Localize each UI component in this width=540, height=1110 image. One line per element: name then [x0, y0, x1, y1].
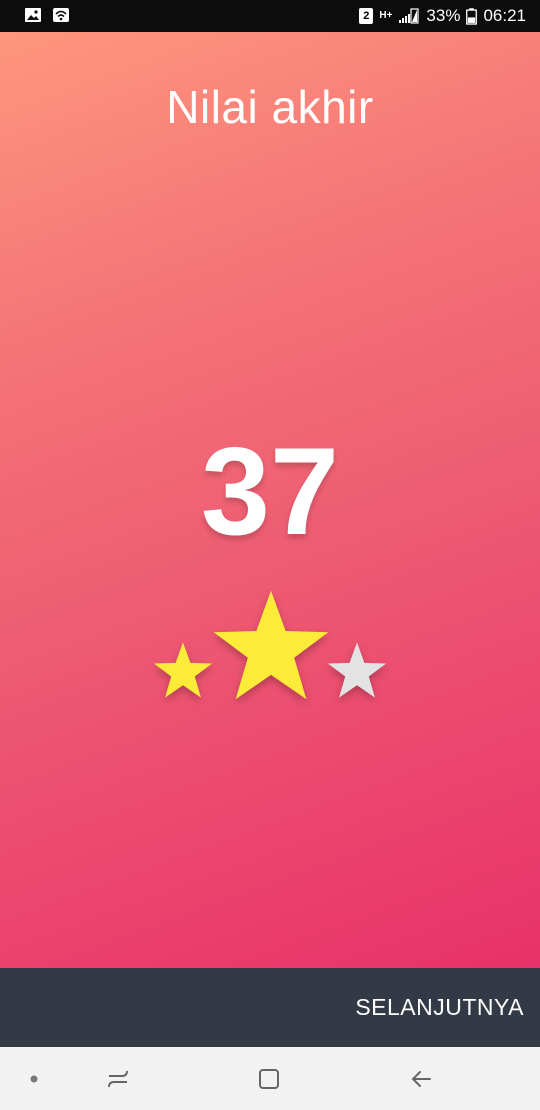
wifi-icon — [53, 8, 69, 22]
page-title: Nilai akhir — [166, 81, 374, 133]
system-nav-bar — [0, 1047, 540, 1110]
sim-badge: 2 — [359, 8, 374, 24]
home-icon[interactable] — [253, 1063, 285, 1095]
clock: 06:21 — [483, 6, 526, 25]
status-left — [24, 7, 70, 23]
bottom-action-bar: SELANJUTNYA — [0, 968, 540, 1047]
star-rating — [0, 578, 540, 718]
battery-icon — [466, 7, 478, 25]
battery-percent: 33% — [426, 6, 461, 25]
status-bar: 2 H+ 33% 06:21 — [0, 0, 540, 32]
next-button[interactable]: SELANJUTNYA — [351, 968, 528, 1047]
dot-icon[interactable] — [18, 1063, 50, 1095]
star-filled-icon — [213, 590, 329, 700]
status-right: 2 H+ 33% 06:21 — [359, 6, 526, 26]
back-icon[interactable] — [405, 1063, 437, 1095]
final-score: 37 — [201, 423, 339, 561]
network-type: H+ — [379, 10, 393, 21]
image-icon — [25, 8, 41, 22]
recent-apps-icon[interactable] — [102, 1063, 134, 1095]
star-empty-icon — [327, 642, 387, 698]
signal-icon — [399, 8, 420, 24]
star-filled-icon — [153, 642, 213, 698]
result-screen: Nilai akhir 37 — [0, 32, 540, 968]
